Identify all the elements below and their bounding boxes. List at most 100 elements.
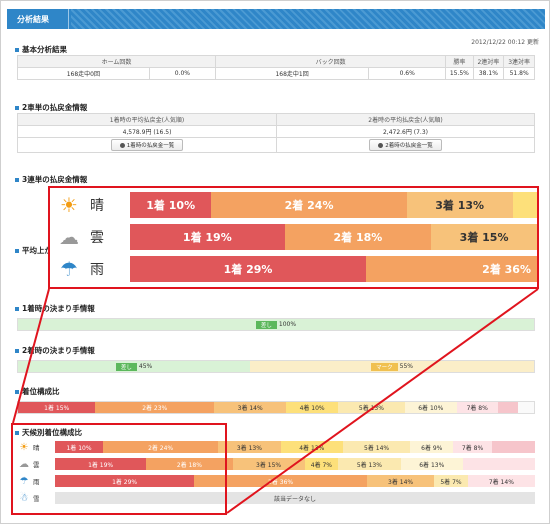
sunny-seg-3: 3着 13% — [218, 441, 281, 453]
zoom-bar-rain: 1着 29% 2着 36% — [130, 256, 537, 282]
sunny-seg-2: 2着 24% — [103, 441, 219, 453]
kimarite2-pct1: 45% — [138, 363, 153, 370]
first-payout-list-label: 1着時の払戻金一覧 — [126, 143, 175, 149]
weather-row-cloudy: ☁ 雲 1着 19% 2着 18% 3着 15% 4着 7% 5着 13% 6着… — [17, 457, 535, 471]
zoom-cloudy-seg-3: 3着 15% — [431, 224, 537, 250]
zoom-rain-seg-2: 2着 36% — [366, 256, 537, 282]
rentai2-rate: 38.1% — [472, 67, 505, 80]
kimarite2-tag2: マーク — [371, 362, 398, 371]
sunny-seg-7: 7着 8% — [453, 441, 492, 453]
header-home: ホーム回数 — [16, 55, 217, 68]
umbrella-icon: ☂ — [60, 257, 78, 281]
rain-seg-4: 5着 7% — [434, 475, 468, 487]
win-rate: 15.5% — [445, 67, 474, 80]
chakui-seg-1: 1着 15% — [18, 402, 96, 413]
second-payout-list-label: 2着時の払戻金一覧 — [385, 143, 433, 149]
header-r3: 3連対率 — [503, 55, 535, 68]
snowman-icon: ☃ — [19, 492, 29, 504]
first-avg-value: 4,578.9円 (16.5) — [17, 125, 277, 138]
payout-table: 1着時の平均払戻金(人気順) 2着時の平均払戻金(人気順) 4,578.9円 (… — [17, 113, 535, 153]
zoom-row-cloudy: ☁ 雲 1着 19% 2着 18% 3着 15% — [54, 222, 537, 252]
section-3rentan-title: 3連単の払戻金情報 — [15, 174, 87, 185]
back-pct: 0.6% — [368, 67, 447, 80]
section-weather-title: 天候別着位構成比 — [15, 427, 82, 438]
second-payout-list-button[interactable]: 2着時の払戻金一覧 — [369, 139, 442, 151]
kimarite2-bar: 差し 45% マーク 55% — [17, 360, 535, 373]
rain-seg-1: 1着 29% — [55, 475, 195, 487]
snowman-icon: ☃ — [54, 286, 84, 287]
rain-seg-3: 3着 14% — [366, 475, 435, 487]
rain-seg-2: 2着 36% — [194, 475, 367, 487]
btn-cell-2: 2着時の払戻金一覧 — [276, 137, 535, 153]
section-heikin-title: 平均上が — [15, 245, 52, 256]
sun-icon: ☀ — [60, 193, 78, 217]
cloudy-seg-2: 2着 18% — [146, 458, 233, 470]
first-payout-list-button[interactable]: 1着時の払戻金一覧 — [110, 139, 184, 151]
weather-bar-sunny: 1着 10% 2着 24% 3着 13% 4着 13% 5着 14% 6着 9%… — [55, 441, 535, 453]
header-win: 勝率 — [445, 55, 474, 68]
chakui-seg-4: 4着 10% — [286, 402, 338, 413]
sunny-seg-4: 4着 13% — [280, 441, 343, 453]
chakui-seg-2: 2着 23% — [95, 402, 215, 413]
cloud-icon: ☁ — [59, 225, 79, 249]
cloud-icon: ☁ — [19, 458, 29, 470]
sunny-seg-6: 6着 9% — [410, 441, 454, 453]
header-r2: 2連対率 — [472, 55, 505, 68]
zoom-sunny-seg-3: 3着 13% — [406, 192, 513, 218]
zoom-row-rain: ☂ 雨 1着 29% 2着 36% — [54, 254, 537, 284]
home-count: 168走中0回 — [17, 67, 150, 80]
weather-label: 晴 — [33, 444, 40, 452]
zoom-cloudy-seg-1: 1着 19% — [130, 224, 285, 250]
section-2rentan-title: 2車単の払戻金情報 — [15, 102, 87, 113]
zoom-bar-cloudy: 1着 19% 2着 18% 3着 15% — [130, 224, 537, 250]
weather-row-rain: ☂ 雨 1着 29% 2着 36% 3着 14% 5着 7% 7着 14% — [17, 474, 535, 488]
back-count: 168走中1回 — [215, 67, 370, 80]
header-second-avg: 2着時の平均払戻金(人気順) — [276, 113, 535, 126]
kimarite2-seg-mark: マーク 55% — [250, 361, 534, 372]
header-bar: 分析結果 — [7, 9, 545, 29]
chakui-seg-8 — [497, 402, 519, 413]
weather-bar-cloudy: 1着 19% 2着 18% 3着 15% 4着 7% 5着 13% 6着 13% — [55, 458, 535, 470]
section-kimarite1-title: 1着時の決まり手情報 — [15, 303, 95, 314]
section-basic-title: 基本分析結果 — [15, 44, 67, 55]
header-title: 分析結果 — [7, 9, 69, 29]
chakui-seg-5: 5着 13% — [337, 402, 405, 413]
weather-row-sunny: ☀ 晴 1着 10% 2着 24% 3着 13% 4着 13% 5着 14% 6… — [17, 440, 535, 454]
snow-nodata: 該当データなし — [55, 492, 535, 504]
chakui-seg-7: 7着 8% — [456, 402, 498, 413]
zoom-row-snow: ☃ 雪 — [54, 284, 537, 287]
weather-bar-rain: 1着 29% 2着 36% 3着 14% 5着 7% 7着 14% — [55, 475, 535, 487]
cloudy-seg-1: 1着 19% — [55, 458, 147, 470]
cloudy-seg-5: 5着 13% — [338, 458, 401, 470]
zoom-bar-sunny: 1着 10% 2着 24% 3着 13% — [130, 192, 537, 218]
kimarite2-tag1: 差し — [115, 362, 137, 371]
cloudy-seg-3: 3着 15% — [232, 458, 305, 470]
zoom-label: 晴 — [90, 198, 104, 214]
section-kimarite2-title: 2着時の決まり手情報 — [15, 345, 95, 356]
section-chakui-title: 着位構成比 — [15, 386, 60, 397]
chakui-seg-6: 6着 10% — [404, 402, 457, 413]
chakui-seg-3: 3着 14% — [214, 402, 287, 413]
zoomed-weather-panel: ☀ 晴 1着 10% 2着 24% 3着 13% ☁ 雲 1着 19% 2着 1… — [48, 186, 539, 289]
home-pct: 0.0% — [148, 67, 217, 80]
kimarite2-seg-sashi: 差し 45% — [18, 361, 251, 372]
cloudy-seg-6: 6着 13% — [400, 458, 463, 470]
umbrella-icon: ☂ — [19, 475, 29, 487]
kimarite1-seg: 差し 100% — [18, 319, 534, 330]
cloudy-seg-7 — [462, 458, 535, 470]
zoom-label: 雨 — [90, 262, 104, 278]
kimarite1-bar: 差し 100% — [17, 318, 535, 331]
kimarite2-pct2: 55% — [399, 363, 414, 370]
btn-cell-1: 1着時の払戻金一覧 — [17, 137, 277, 153]
weather-row-snow: ☃ 雪 該当データなし — [17, 491, 535, 505]
basic-table: ホーム回数 バック回数 勝率 2連対率 3連対率 168走中0回 0.0% 16… — [16, 55, 535, 80]
zoom-sunny-seg-2: 2着 24% — [211, 192, 407, 218]
zoom-sunny-seg-1: 1着 10% — [130, 192, 212, 218]
chakui-bar: 1着 15% 2着 23% 3着 14% 4着 10% 5着 13% 6着 10… — [17, 401, 535, 414]
header-first-avg: 1着時の平均払戻金(人気順) — [17, 113, 277, 126]
zoom-label: 雲 — [90, 230, 104, 246]
sun-icon: ☀ — [19, 441, 29, 453]
sunny-seg-8 — [491, 441, 535, 453]
weather-label: 雲 — [33, 461, 40, 469]
rain-seg-5: 7着 14% — [467, 475, 535, 487]
